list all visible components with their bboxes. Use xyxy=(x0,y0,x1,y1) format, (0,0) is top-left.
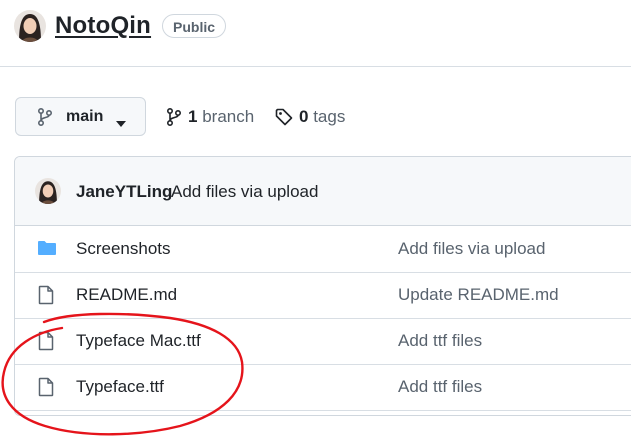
branch-word: branch xyxy=(202,107,255,126)
file-icon xyxy=(37,285,55,310)
chevron-down-icon xyxy=(116,114,126,132)
commit-author-avatar[interactable] xyxy=(35,178,61,204)
file-row[interactable]: README.md Update README.md xyxy=(15,272,631,319)
header-divider xyxy=(0,66,631,67)
file-row[interactable]: Typeface.ttf Add ttf files xyxy=(15,364,631,411)
visibility-badge: Public xyxy=(162,14,227,38)
file-name-link[interactable]: README.md xyxy=(76,285,177,305)
file-commit-link[interactable]: Add ttf files xyxy=(398,331,482,351)
git-branch-icon xyxy=(166,107,182,131)
commit-message-link[interactable]: Add files via upload xyxy=(171,182,318,202)
file-list: JaneYTLing Add files via upload Screensh… xyxy=(14,156,631,416)
file-icon xyxy=(37,331,55,356)
latest-commit-bar: JaneYTLing Add files via upload xyxy=(15,157,631,226)
tag-word: tags xyxy=(313,107,346,126)
file-name-link[interactable]: Screenshots xyxy=(76,239,171,259)
branch-count: 1 xyxy=(188,107,198,126)
file-name-link[interactable]: Typeface Mac.ttf xyxy=(76,331,201,351)
file-icon xyxy=(37,377,55,402)
file-commit-link[interactable]: Add files via upload xyxy=(398,239,545,259)
file-commit-link[interactable]: Update README.md xyxy=(398,285,559,305)
file-row[interactable]: Typeface Mac.ttf Add ttf files xyxy=(15,318,631,365)
git-branch-icon xyxy=(37,107,53,131)
file-row[interactable]: Screenshots Add files via upload xyxy=(15,226,631,273)
branch-selector-button[interactable]: main xyxy=(15,97,146,136)
tag-count: 0 xyxy=(299,107,309,126)
file-commit-link[interactable]: Add ttf files xyxy=(398,377,482,397)
branch-name: main xyxy=(66,108,104,125)
commit-author-link[interactable]: JaneYTLing xyxy=(76,182,172,202)
folder-icon xyxy=(37,239,57,262)
branches-link[interactable]: 1 branch xyxy=(166,107,254,127)
file-name-link[interactable]: Typeface.ttf xyxy=(76,377,164,397)
owner-avatar[interactable] xyxy=(14,10,46,42)
repo-name-link[interactable]: NotoQin xyxy=(55,12,151,40)
tag-icon xyxy=(275,108,293,131)
tags-link[interactable]: 0 tags xyxy=(275,107,345,127)
